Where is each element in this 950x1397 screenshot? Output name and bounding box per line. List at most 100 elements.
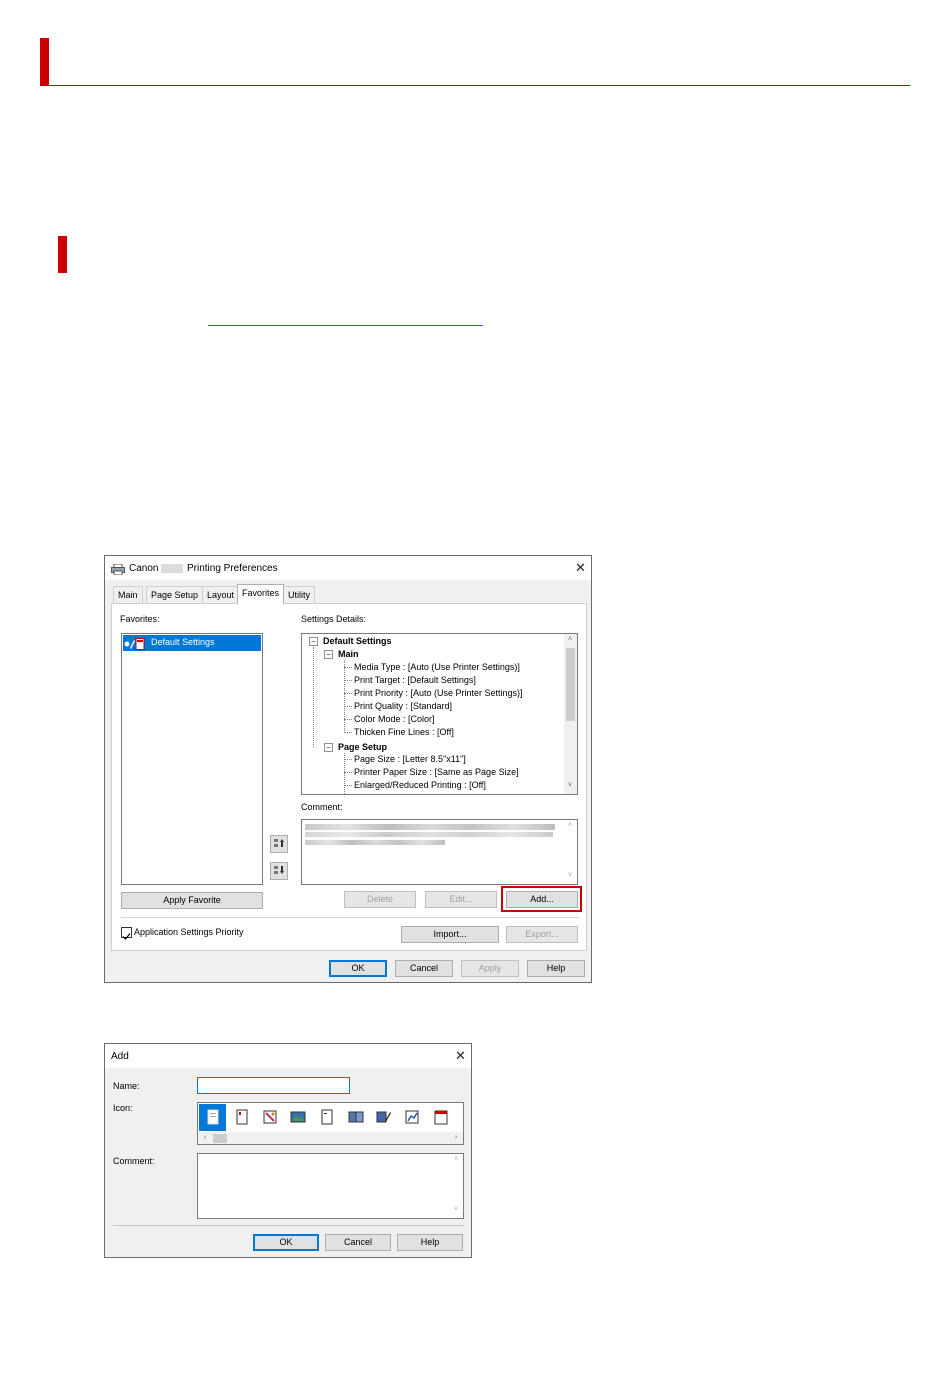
comment-label: Comment: bbox=[113, 1156, 155, 1166]
title-suffix: Printing Preferences bbox=[187, 563, 278, 574]
ok-button[interactable]: OK bbox=[329, 960, 387, 977]
pen-icon[interactable] bbox=[376, 1109, 392, 1125]
apply-favorite-button[interactable]: Apply Favorite bbox=[121, 892, 263, 909]
comment-box[interactable]: ˄ ˅ bbox=[301, 819, 578, 885]
dialog-title: Add bbox=[111, 1051, 129, 1062]
tree-connector bbox=[344, 759, 352, 760]
edit-button[interactable]: Edit... bbox=[425, 891, 497, 908]
tree-item: Color Mode : [Color] bbox=[354, 714, 435, 724]
collapse-page-setup-icon[interactable]: − bbox=[324, 743, 333, 752]
scroll-left-icon[interactable]: ‹ bbox=[200, 1134, 210, 1142]
collapse-default-settings-icon[interactable]: − bbox=[309, 637, 318, 646]
tab-favorites[interactable]: Favorites bbox=[237, 584, 285, 604]
scroll-right-icon[interactable]: › bbox=[451, 1134, 461, 1142]
printing-preferences-dialog: Canon Printing Preferences ✕ Main Page S… bbox=[104, 555, 592, 983]
tree-item: Printer Paper Size : [Same as Page Size] bbox=[354, 767, 519, 777]
move-up-button[interactable] bbox=[270, 835, 288, 853]
tree-item: Page Size : [Letter 8.5"x11"] bbox=[354, 754, 466, 764]
scroll-down-icon[interactable]: ˅ bbox=[565, 872, 575, 880]
portrait-icon[interactable] bbox=[234, 1109, 250, 1125]
comment-redacted-line bbox=[305, 832, 553, 837]
favorites-label: Favorites: bbox=[120, 614, 160, 624]
document-icon[interactable] bbox=[205, 1109, 221, 1125]
calendar-icon[interactable] bbox=[433, 1109, 449, 1125]
section-heading-rule bbox=[49, 85, 910, 86]
divider bbox=[121, 917, 578, 918]
icon-picker[interactable]: ‹ › bbox=[197, 1102, 464, 1145]
booklet-icon[interactable] bbox=[348, 1109, 364, 1125]
tree-item: Print Quality : [Standard] bbox=[354, 701, 453, 711]
section-heading-marker bbox=[40, 38, 49, 86]
apply-button[interactable]: Apply bbox=[461, 960, 519, 977]
photo-icon[interactable] bbox=[262, 1109, 278, 1125]
scroll-thumb[interactable] bbox=[566, 648, 575, 721]
tree-page-setup-label: Page Setup bbox=[338, 742, 388, 752]
scroll-up-icon[interactable]: ˄ bbox=[565, 822, 575, 830]
comment-redacted-line bbox=[305, 840, 445, 845]
list-item[interactable]: Default Settings bbox=[123, 635, 261, 651]
chart-icon[interactable] bbox=[404, 1109, 420, 1125]
tree-item: Media Type : [Auto (Use Printer Settings… bbox=[354, 662, 520, 672]
help-button[interactable]: Help bbox=[397, 1234, 463, 1251]
tree-connector bbox=[344, 772, 352, 773]
title-bar: Add ✕ bbox=[105, 1044, 471, 1068]
printer-icon bbox=[111, 562, 125, 576]
cancel-button[interactable]: Cancel bbox=[325, 1234, 391, 1251]
tree-connector bbox=[344, 667, 352, 668]
ok-button[interactable]: OK bbox=[253, 1234, 319, 1251]
icon-label: Icon: bbox=[113, 1103, 133, 1113]
cancel-button[interactable]: Cancel bbox=[395, 960, 453, 977]
tree-root: Default Settings bbox=[323, 636, 392, 646]
app-settings-priority-label: Application Settings Priority bbox=[134, 927, 244, 937]
title-bar: Canon Printing Preferences ✕ bbox=[105, 556, 591, 580]
collapse-main-icon[interactable]: − bbox=[324, 650, 333, 659]
comment-scrollbar[interactable]: ˄ ˅ bbox=[564, 820, 577, 884]
delete-button[interactable]: Delete bbox=[344, 891, 416, 908]
tree-item: Thicken Fine Lines : [Off] bbox=[354, 727, 454, 737]
close-icon[interactable]: ✕ bbox=[575, 561, 586, 574]
scroll-up-icon[interactable]: ˄ bbox=[451, 1156, 461, 1164]
divider bbox=[113, 1225, 464, 1226]
tree-connector bbox=[344, 660, 345, 733]
landscape-photo-icon[interactable] bbox=[290, 1109, 306, 1125]
move-down-button[interactable] bbox=[270, 862, 288, 880]
tree-connector bbox=[344, 785, 352, 786]
scroll-thumb[interactable] bbox=[213, 1134, 227, 1143]
tree-item: Enlarged/Reduced Printing : [Off] bbox=[354, 780, 486, 790]
tab-page-setup[interactable]: Page Setup bbox=[146, 586, 204, 603]
import-button[interactable]: Import... bbox=[401, 926, 499, 943]
tree-connector bbox=[344, 719, 352, 720]
tree-connector bbox=[344, 680, 352, 681]
comment-label: Comment: bbox=[301, 802, 343, 812]
scroll-down-icon[interactable]: ˅ bbox=[451, 1206, 461, 1214]
tab-layout[interactable]: Layout bbox=[202, 586, 240, 603]
printer-model-redacted bbox=[161, 564, 183, 573]
tab-utility[interactable]: Utility bbox=[283, 586, 315, 603]
export-button[interactable]: Export... bbox=[506, 926, 578, 943]
document-link[interactable] bbox=[208, 325, 483, 326]
comment-textarea[interactable]: ˄ ˅ bbox=[197, 1153, 464, 1219]
tree-connector bbox=[344, 706, 352, 707]
help-button[interactable]: Help bbox=[527, 960, 585, 977]
favorites-list[interactable]: Default Settings bbox=[121, 633, 263, 885]
tree-main-label: Main bbox=[338, 649, 359, 659]
scroll-down-icon[interactable]: ˅ bbox=[565, 782, 575, 790]
icon-picker-scrollbar[interactable]: ‹ › bbox=[198, 1132, 463, 1144]
app-settings-priority-checkbox[interactable] bbox=[121, 927, 132, 940]
tree-scrollbar[interactable]: ˄ ˅ bbox=[564, 634, 577, 794]
settings-details-tree[interactable]: − Default Settings − Main Media Type : [… bbox=[301, 633, 578, 795]
tree-connector bbox=[344, 732, 352, 733]
comment-redacted-line bbox=[305, 824, 555, 830]
favorites-panel: Favorites: Default Settings Settings Det… bbox=[111, 603, 587, 951]
settings-details-label: Settings Details: bbox=[301, 614, 367, 624]
favorite-settings-icon bbox=[124, 637, 146, 650]
name-input[interactable] bbox=[197, 1077, 350, 1094]
add-button[interactable]: Add... bbox=[506, 891, 578, 908]
comment-scrollbar[interactable]: ˄ ˅ bbox=[450, 1154, 463, 1218]
close-icon[interactable]: ✕ bbox=[455, 1049, 466, 1062]
title-prefix: Canon bbox=[129, 563, 159, 574]
tab-main[interactable]: Main bbox=[113, 586, 143, 603]
page-icon[interactable] bbox=[319, 1109, 335, 1125]
scroll-up-icon[interactable]: ˄ bbox=[565, 636, 575, 644]
tree-connector bbox=[313, 647, 314, 747]
